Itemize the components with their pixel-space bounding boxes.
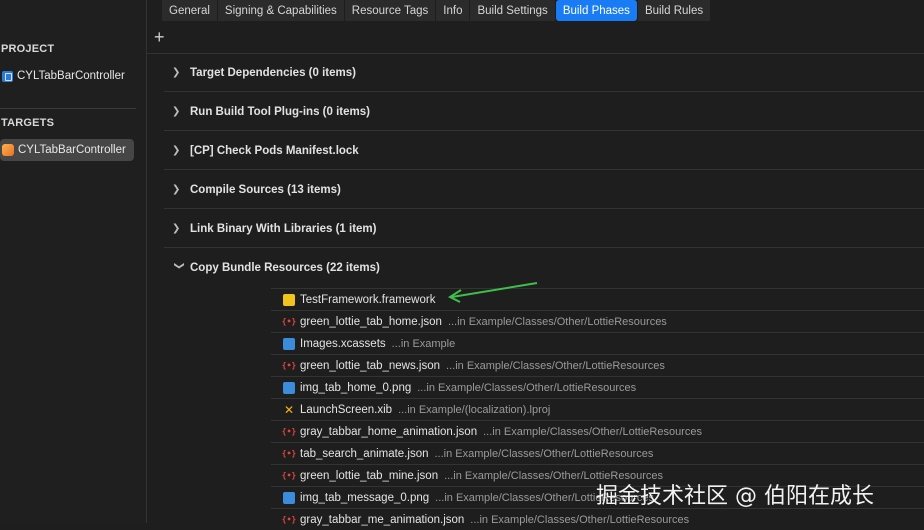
target-item-label: CYLTabBarController xyxy=(18,144,126,156)
resource-name: gray_tabbar_home_animation.json xyxy=(300,425,478,438)
phase-check-pods-manifest[interactable]: ❯ [CP] Check Pods Manifest.lock xyxy=(164,132,924,170)
list-item[interactable]: {•} tab_search_animate.json ...in Exampl… xyxy=(271,442,924,464)
phase-copy-bundle-resources[interactable]: ❯ Copy Bundle Resources (22 items) xyxy=(164,249,924,287)
target-item[interactable]: CYLTabBarController xyxy=(0,139,134,161)
targets-section-header: TARGETS xyxy=(1,117,55,129)
resource-name: Images.xcassets xyxy=(300,337,386,350)
phase-title: Link Binary With Libraries (1 item) xyxy=(190,222,377,235)
resource-name: green_lottie_tab_home.json xyxy=(300,315,442,328)
list-item[interactable]: {•} gray_tabbar_me_animation.json ...in … xyxy=(271,508,924,530)
phase-link-binary[interactable]: ❯ Link Binary With Libraries (1 item) xyxy=(164,210,924,248)
resource-location: ...in Example/Classes/Other/LottieResour… xyxy=(447,315,667,328)
project-item[interactable]: CYLTabBarController xyxy=(0,65,134,87)
phase-target-dependencies[interactable]: ❯ Target Dependencies (0 items) xyxy=(164,54,924,92)
phase-title: [CP] Check Pods Manifest.lock xyxy=(190,144,359,157)
phase-run-build-tool-plugins[interactable]: ❯ Run Build Tool Plug-ins (0 items) xyxy=(164,93,924,131)
list-item[interactable]: {•} green_lottie_tab_news.json ...in Exa… xyxy=(271,354,924,376)
chevron-right-icon[interactable]: ❯ xyxy=(172,106,186,117)
chevron-down-icon[interactable]: ❯ xyxy=(174,261,185,275)
list-item[interactable]: TestFramework.framework xyxy=(271,288,924,310)
build-phases-editor: ❯ Target Dependencies (0 items) ❯ Run Bu… xyxy=(146,0,924,526)
json-icon: {•} xyxy=(281,515,297,524)
framework-icon xyxy=(283,293,295,306)
phase-title: Compile Sources (13 items) xyxy=(190,183,341,196)
resource-location: ...in Example/Classes/Other/LottieResour… xyxy=(434,447,654,460)
json-icon: {•} xyxy=(281,361,297,370)
chevron-right-icon[interactable]: ❯ xyxy=(172,184,186,195)
resource-location: ...in Example/Classes/Other/LottieResour… xyxy=(483,425,702,438)
list-item[interactable]: ✕ LaunchScreen.xib ...in Example/(locali… xyxy=(271,398,924,420)
json-icon: {•} xyxy=(281,317,297,326)
resource-name: TestFramework.framework xyxy=(300,293,436,306)
project-item-label: CYLTabBarController xyxy=(17,70,125,82)
json-icon: {•} xyxy=(281,427,297,436)
resource-location: ...in Example/Classes/Other/LottieResour… xyxy=(417,381,637,394)
chevron-right-icon[interactable]: ❯ xyxy=(172,145,186,156)
image-icon xyxy=(283,491,295,504)
resource-name: img_tab_home_0.png xyxy=(300,381,412,394)
watermark: 掘金技术社区 @ 伯阳在成长 xyxy=(596,484,874,509)
target-app-icon xyxy=(2,144,14,156)
resource-location: ...in Example/Classes/Other/LottieResour… xyxy=(470,513,690,526)
xib-icon: ✕ xyxy=(283,402,295,417)
resource-name: gray_tabbar_me_animation.json xyxy=(300,513,465,526)
chevron-right-icon[interactable]: ❯ xyxy=(172,67,186,78)
json-icon: {•} xyxy=(281,449,297,458)
list-item[interactable]: {•} green_lottie_tab_home.json ...in Exa… xyxy=(271,310,924,332)
phase-title: Run Build Tool Plug-ins (0 items) xyxy=(190,105,370,118)
list-item[interactable]: Images.xcassets ...in Example xyxy=(271,332,924,354)
chevron-right-icon[interactable]: ❯ xyxy=(172,223,186,234)
annotation-arrow-icon xyxy=(447,282,538,303)
navigator-sidebar: PROJECT CYLTabBarController TARGETS CYLT… xyxy=(0,0,147,523)
resource-name: green_lottie_tab_news.json xyxy=(300,359,441,372)
list-item[interactable]: {•} gray_tabbar_home_animation.json ...i… xyxy=(271,420,924,442)
phase-title: Copy Bundle Resources (22 items) xyxy=(190,262,380,274)
phase-compile-sources[interactable]: ❯ Compile Sources (13 items) xyxy=(164,171,924,209)
resource-name: tab_search_animate.json xyxy=(300,447,429,460)
asset-catalog-icon xyxy=(283,337,295,350)
resource-name: green_lottie_tab_mine.json xyxy=(300,469,439,482)
resource-location: ...in Example/(localization).lproj xyxy=(398,403,551,416)
image-icon xyxy=(283,381,295,394)
json-icon: {•} xyxy=(281,471,297,480)
sidebar-divider xyxy=(0,108,136,109)
resource-name: LaunchScreen.xib xyxy=(300,403,393,416)
resource-name: img_tab_message_0.png xyxy=(300,491,430,504)
phase-title: Target Dependencies (0 items) xyxy=(190,66,356,79)
resource-location: ...in Example/Classes/Other/LottieResour… xyxy=(446,359,665,372)
project-icon xyxy=(2,70,13,82)
resource-location: ...in Example xyxy=(391,337,456,350)
list-item[interactable]: img_tab_home_0.png ...in Example/Classes… xyxy=(271,376,924,398)
project-section-header: PROJECT xyxy=(1,43,55,55)
